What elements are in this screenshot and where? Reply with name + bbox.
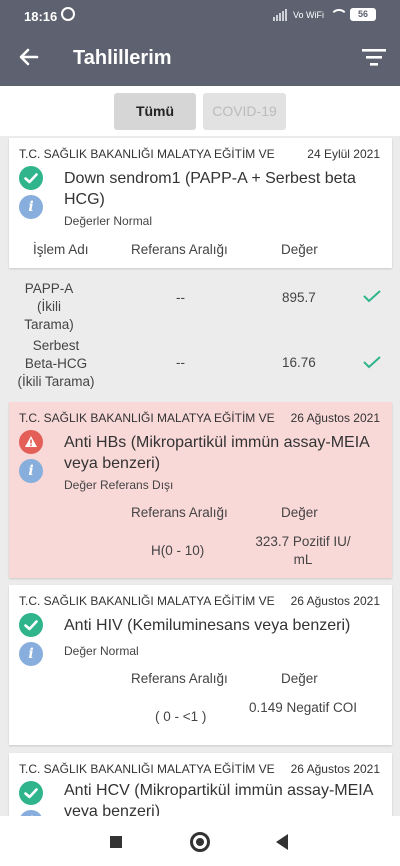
test-date: 26 Ağustos 2021: [290, 762, 380, 776]
row-range: ( 0 - <1 ): [155, 709, 207, 724]
info-icon[interactable]: i: [19, 195, 43, 219]
row-value: 0.149 Negatif COI: [248, 700, 358, 715]
column-header-range: Referans Aralığı: [131, 242, 228, 257]
result-status: Değer Normal: [64, 644, 139, 658]
app-bar: Tahlillerim: [0, 30, 400, 86]
test-card[interactable]: T.C. SAĞLIK BAKANLIĞI MALATYA EĞİTİM VE …: [9, 585, 392, 745]
info-icon[interactable]: i: [19, 459, 43, 483]
check-circle-icon: [19, 166, 43, 190]
row-value: 895.7: [282, 290, 316, 305]
alarm-icon: [61, 7, 75, 21]
wifi-icon: [330, 8, 348, 21]
column-header-value: Değer: [281, 242, 318, 257]
row-value: 16.76: [282, 355, 316, 370]
column-header-value: Değer: [281, 671, 318, 686]
test-name: Anti HCV (Mikropartikül immün assay-MEIA…: [64, 782, 373, 816]
institution-name: T.C. SAĞLIK BAKANLIĞI MALATYA EĞİTİM VE: [19, 147, 275, 161]
institution-name: T.C. SAĞLIK BAKANLIĞI MALATYA EĞİTİM VE: [19, 594, 275, 608]
column-header-range: Referans Aralığı: [131, 505, 228, 520]
test-card[interactable]: T.C. SAĞLIK BAKANLIĞI MALATYA EĞİTİM VE …: [9, 402, 392, 578]
info-icon[interactable]: i: [19, 642, 43, 666]
test-name: Anti HIV (Kemiluminesans veya benzeri): [64, 617, 351, 634]
test-date: 26 Ağustos 2021: [290, 411, 380, 425]
test-date: 24 Eylül 2021: [307, 147, 380, 161]
tab-all[interactable]: Tümü: [114, 93, 196, 130]
system-back-icon[interactable]: [276, 834, 288, 850]
test-name: Down sendrom1 (PAPP-A + Serbest beta HCG…: [64, 170, 356, 208]
status-icons: Vo WiFi 56: [272, 8, 376, 21]
row-range: H(0 - 10): [151, 543, 205, 558]
page-title: Tahlillerim: [73, 47, 172, 69]
system-nav-bar: [0, 816, 400, 866]
row-range: --: [176, 290, 185, 305]
check-circle-icon: [19, 781, 43, 805]
check-icon: [363, 356, 381, 369]
column-header-name: İşlem Adı: [33, 242, 89, 257]
clock: 18:16: [24, 9, 58, 24]
test-name: Anti HBs (Mikropartikül immün assay-MEIA…: [64, 434, 369, 472]
status-bar: 18:16 Vo WiFi 56: [0, 0, 400, 30]
check-circle-icon: [19, 613, 43, 637]
check-icon: [363, 290, 381, 303]
network-label: Vo WiFi: [292, 9, 324, 20]
test-date: 26 Ağustos 2021: [290, 594, 380, 608]
warning-icon: [19, 430, 43, 454]
result-status: Değer Referans Dışı: [64, 478, 174, 492]
filter-icon[interactable]: [362, 47, 386, 67]
row-value: 323.7 Pozitif IU/ mL: [255, 534, 351, 567]
row-range: --: [176, 355, 185, 370]
row-test-name: Serbest Beta-HCG (İkili Tarama): [17, 338, 95, 389]
battery-icon: 56: [350, 8, 376, 21]
row-test-name: PAPP-A (İkili Tarama): [24, 281, 74, 332]
column-header-range: Referans Aralığı: [131, 671, 228, 686]
institution-name: T.C. SAĞLIK BAKANLIĞI MALATYA EĞİTİM VE: [19, 411, 275, 425]
column-header-value: Değer: [281, 505, 318, 520]
test-card[interactable]: T.C. SAĞLIK BAKANLIĞI MALATYA EĞİTİM VE …: [9, 138, 392, 268]
signal-icon: [272, 8, 287, 21]
tab-covid-19[interactable]: COVID-19: [203, 93, 286, 130]
filter-tabs: Tümü COVID-19: [0, 86, 400, 136]
recent-apps-icon[interactable]: [110, 836, 122, 848]
test-card[interactable]: T.C. SAĞLIK BAKANLIĞI MALATYA EĞİTİM VE …: [9, 753, 392, 816]
back-arrow-icon[interactable]: [16, 44, 42, 70]
institution-name: T.C. SAĞLIK BAKANLIĞI MALATYA EĞİTİM VE: [19, 762, 275, 776]
home-icon[interactable]: [190, 832, 210, 852]
result-status: Değerler Normal: [64, 214, 153, 228]
